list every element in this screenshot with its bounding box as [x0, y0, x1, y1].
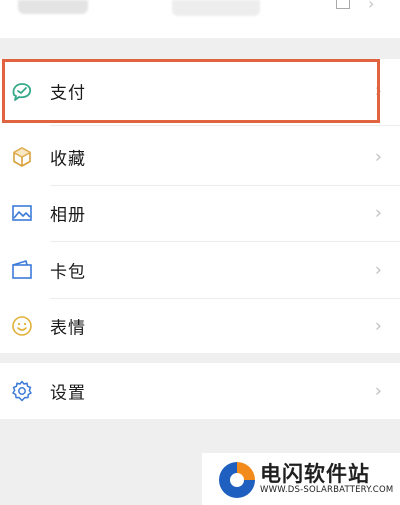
- menu-group: 支付 › 收藏 › 相册 › 卡包 › 表情 ›: [0, 59, 400, 353]
- wechat-pay-icon: [10, 79, 34, 103]
- menu-item-label: 支付: [50, 83, 86, 104]
- picture-icon: [10, 201, 34, 225]
- watermark-url: WWW.DS-SOLARBATTERY.COM: [260, 485, 394, 495]
- chevron-right-icon: ›: [374, 146, 382, 168]
- smiley-icon: [10, 314, 34, 338]
- cube-icon: [10, 145, 34, 169]
- menu-item-label: 卡包: [50, 262, 86, 283]
- menu-item-label: 相册: [50, 205, 86, 226]
- site-logo-icon: [216, 459, 258, 501]
- watermark-title: 电闪软件站: [260, 462, 370, 486]
- menu-item-settings[interactable]: 设置 ›: [0, 363, 400, 419]
- chevron-right-icon: ›: [374, 202, 382, 224]
- profile-header[interactable]: ›: [0, 0, 400, 38]
- menu-item-stickers[interactable]: 表情 ›: [0, 298, 400, 354]
- menu-item-label: 收藏: [50, 149, 86, 170]
- avatar-placeholder: [18, 0, 88, 14]
- menu-item-cards[interactable]: 卡包 ›: [0, 242, 400, 298]
- chevron-right-icon: ›: [374, 315, 382, 337]
- menu-item-label: 表情: [50, 318, 86, 339]
- qr-code-icon[interactable]: [336, 0, 350, 9]
- menu-item-pay[interactable]: 支付 ›: [0, 63, 400, 119]
- gear-icon: [10, 379, 34, 403]
- chevron-right-icon: ›: [374, 80, 382, 102]
- menu-item-favorites[interactable]: 收藏 ›: [0, 129, 400, 185]
- menu-item-album[interactable]: 相册 ›: [0, 185, 400, 241]
- divider: [50, 125, 400, 126]
- wallet-icon: [10, 258, 34, 282]
- menu-item-label: 设置: [50, 383, 86, 404]
- settings-group: 设置 ›: [0, 363, 400, 419]
- chevron-right-icon: ›: [368, 0, 375, 13]
- username-placeholder: [172, 0, 260, 16]
- chevron-right-icon: ›: [374, 380, 382, 402]
- chevron-right-icon: ›: [374, 259, 382, 281]
- watermark: 电闪软件站 WWW.DS-SOLARBATTERY.COM: [202, 453, 400, 505]
